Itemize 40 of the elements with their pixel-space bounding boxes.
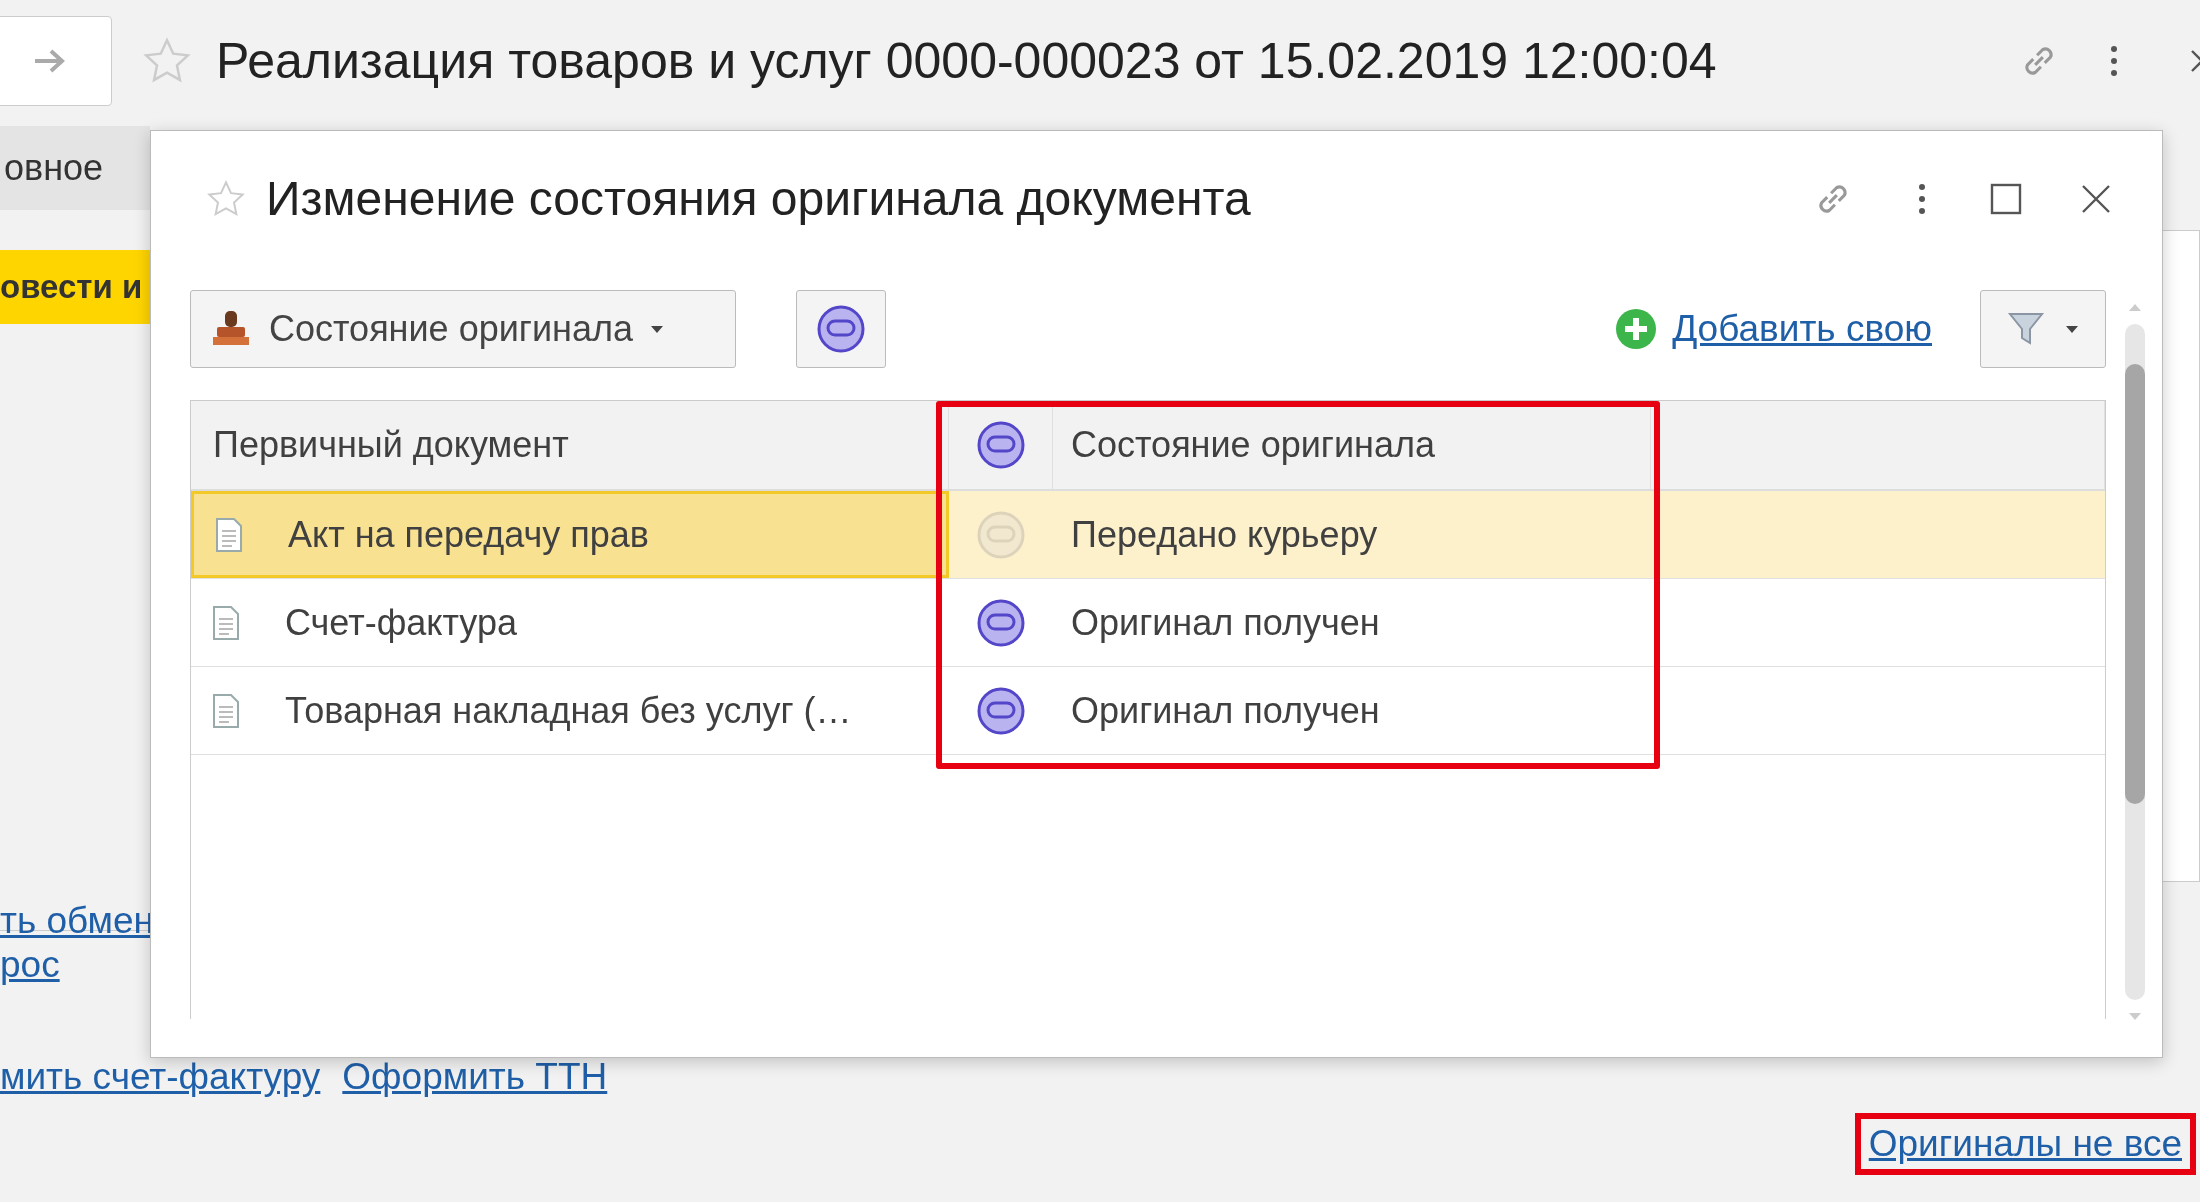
link[interactable]: рос [0, 944, 150, 986]
add-icon[interactable] [1614, 307, 1659, 351]
tab[interactable]: овное [0, 126, 150, 210]
seal-icon [975, 420, 1026, 470]
state-dropdown[interactable]: Состояние оригинала [190, 290, 736, 368]
post-button[interactable]: овести и [0, 250, 150, 324]
caret-icon [2064, 324, 2080, 334]
close-icon[interactable] [2080, 182, 2112, 215]
table-row[interactable]: Счет-фактура Оригинал получен [191, 579, 2105, 667]
link[interactable]: Оформить ТТН [342, 1056, 608, 1098]
scroll-down-icon[interactable] [2127, 1012, 2143, 1022]
link[interactable]: мить счет-фактуру [0, 1056, 321, 1098]
filter-button[interactable] [1980, 290, 2106, 368]
more-icon[interactable] [2108, 44, 2120, 78]
seal-icon [816, 304, 866, 354]
maximize-icon[interactable] [1990, 182, 2022, 215]
dialog-title: Изменение состояния оригинала документа [266, 171, 1251, 226]
document-icon [211, 604, 241, 641]
link[interactable]: ть обмен [0, 900, 150, 942]
column-header[interactable]: Состояние оригинала [1053, 401, 1651, 489]
document-icon [211, 692, 241, 729]
table-cell: Счет-фактура [285, 601, 517, 644]
star-icon[interactable] [206, 178, 246, 219]
add-link[interactable]: Добавить свою [1672, 308, 1932, 350]
table-cell: Товарная накладная без услуг (… [285, 689, 852, 732]
stamp-button[interactable] [796, 290, 886, 368]
originals-link[interactable]: Оригиналы не все [1854, 1113, 2196, 1175]
table-row[interactable]: Акт на передачу прав Передано курьеру [191, 491, 2105, 579]
table-cell: Оригинал получен [1071, 689, 1380, 732]
forward-button[interactable] [0, 16, 112, 106]
scroll-up-icon[interactable] [2127, 302, 2143, 312]
table-cell: Оригинал получен [1071, 601, 1380, 644]
window-title: Реализация товаров и услуг 0000-000023 от 15.02.2019 12:00:04 [216, 32, 1717, 90]
document-icon [214, 516, 244, 553]
table-row[interactable]: Товарная накладная без услуг (… Оригинал получен [191, 667, 2105, 755]
more-icon[interactable] [1916, 181, 1928, 216]
table-cell: Передано курьеру [1071, 513, 1378, 556]
caret-icon [648, 324, 665, 334]
column-header[interactable]: Первичный документ [191, 401, 949, 489]
table-cell: Акт на передачу прав [288, 513, 649, 556]
